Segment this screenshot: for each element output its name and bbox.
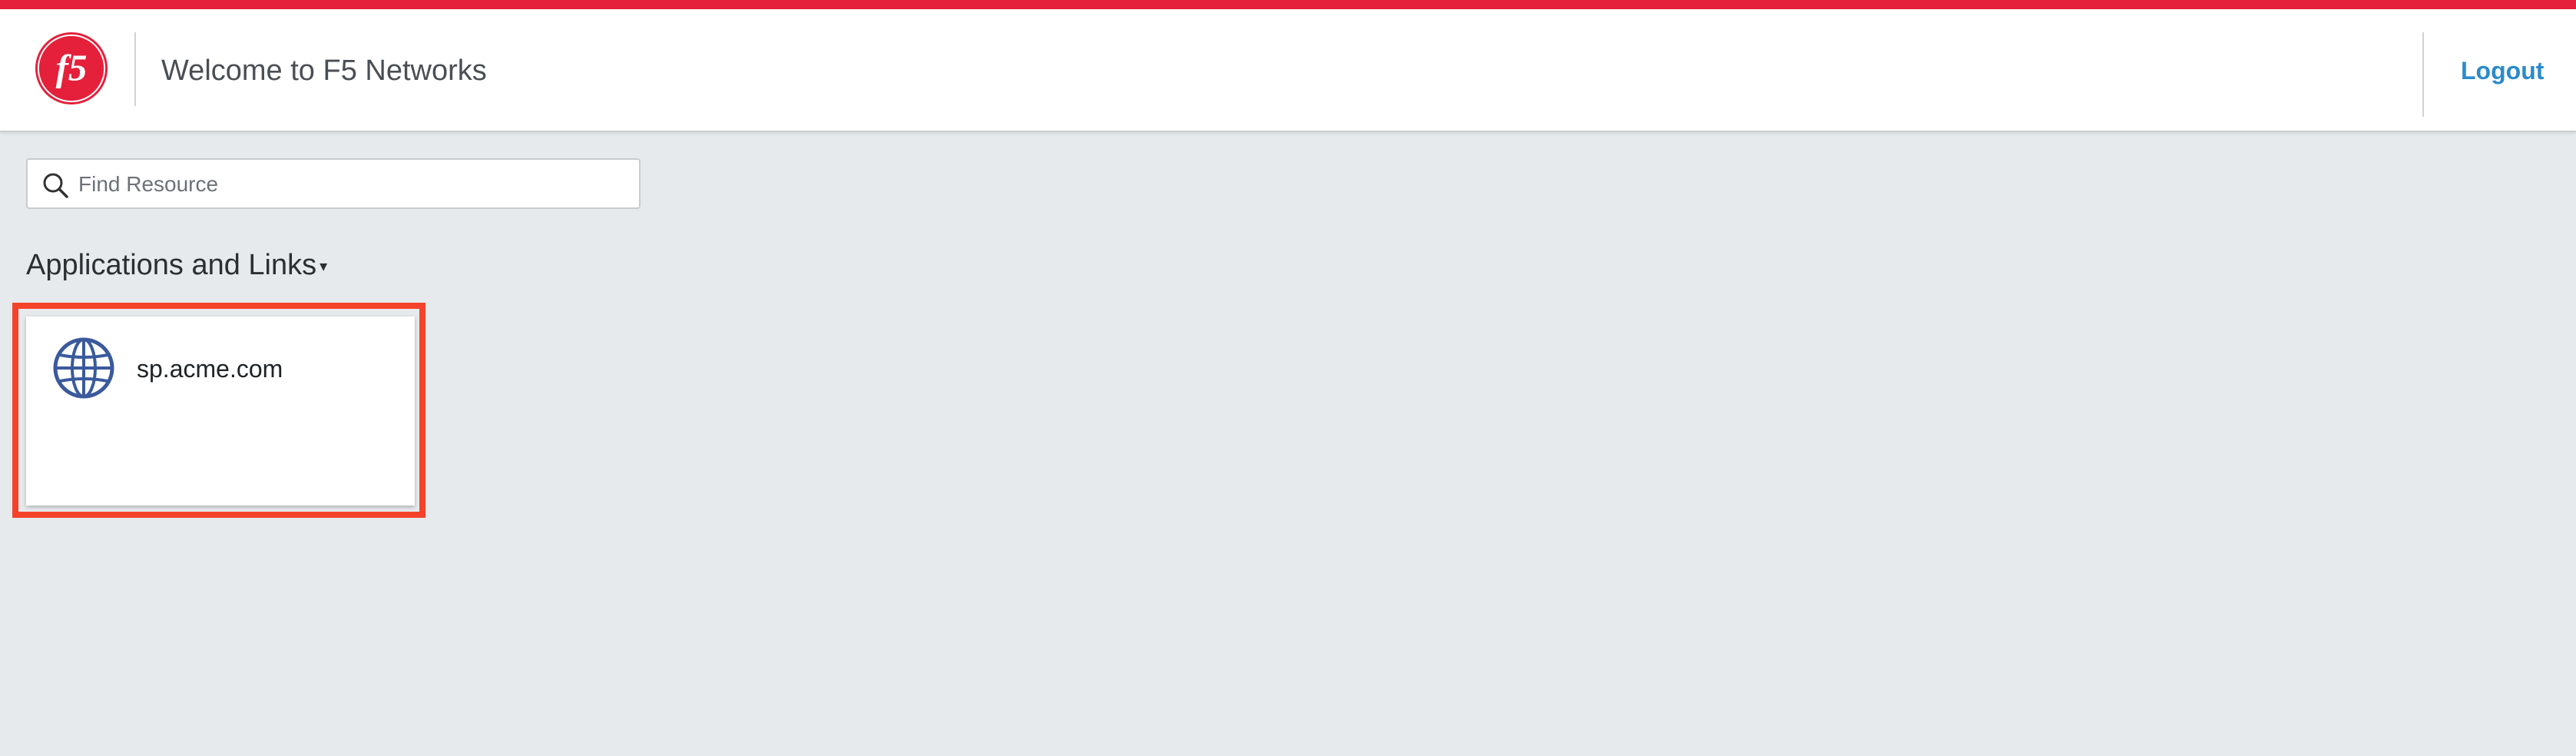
search-input[interactable] xyxy=(78,167,616,201)
page-title: Welcome to F5 Networks xyxy=(161,55,487,87)
header: f5 Welcome to F5 Networks Logout xyxy=(0,9,2576,132)
search-box[interactable] xyxy=(26,158,641,209)
header-divider xyxy=(134,32,136,106)
header-right-divider xyxy=(2422,32,2424,117)
search-icon xyxy=(41,171,69,199)
logout-link[interactable]: Logout xyxy=(2461,55,2544,86)
section-heading-label: Applications and Links xyxy=(26,249,317,281)
globe-icon xyxy=(52,337,115,400)
f5-logo-icon: f5 xyxy=(34,31,109,106)
section-heading-toggle[interactable]: Applications and Links ▾ xyxy=(26,247,327,284)
app-tile[interactable]: sp.acme.com xyxy=(26,317,415,506)
svg-text:f5: f5 xyxy=(56,47,88,89)
app-tile-label: sp.acme.com xyxy=(137,355,283,383)
top-accent-bar xyxy=(0,0,2576,9)
caret-down-icon: ▾ xyxy=(320,257,328,275)
